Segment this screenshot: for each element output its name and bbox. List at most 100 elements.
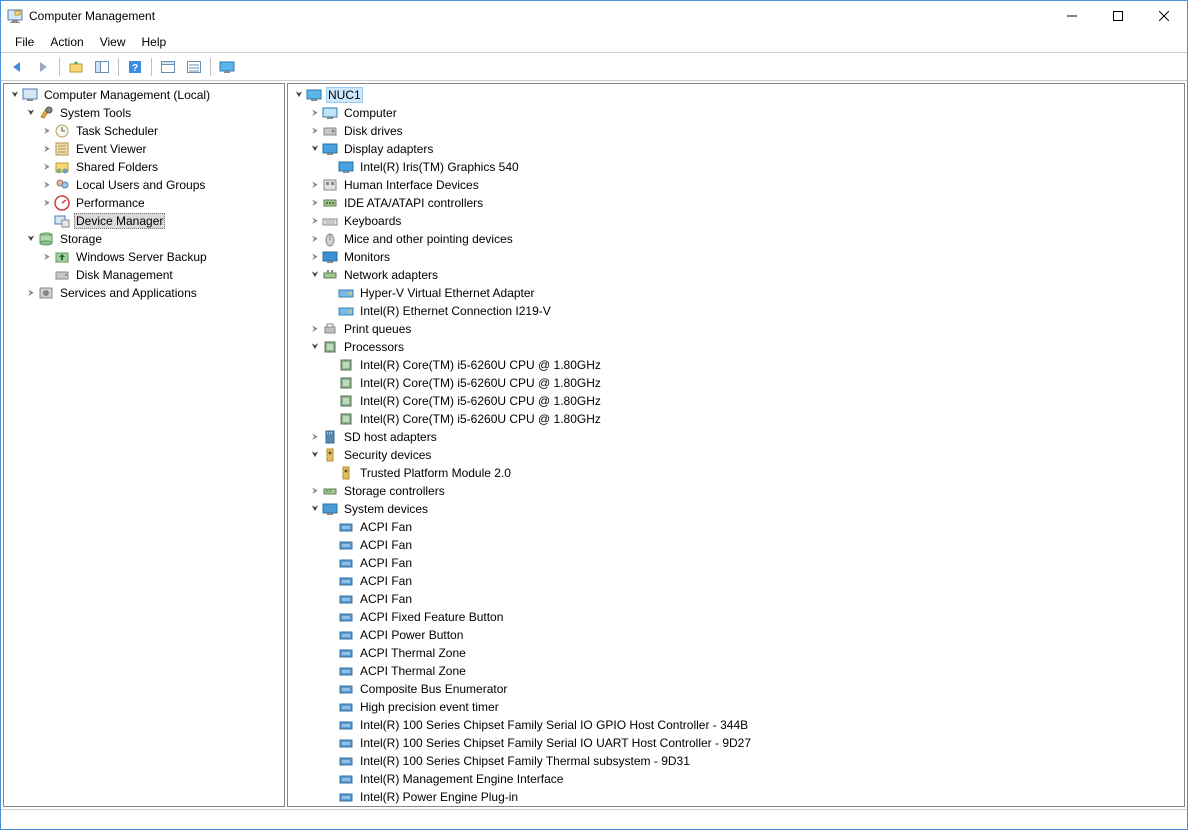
tree-item-processor-child[interactable]: Intel(R) Core(TM) i5-6260U CPU @ 1.80GHz xyxy=(288,356,1184,374)
tree-item-system-device-child[interactable]: Composite Bus Enumerator xyxy=(288,680,1184,698)
tree-item-mice[interactable]: Mice and other pointing devices xyxy=(288,230,1184,248)
tree-item-system-tools[interactable]: System Tools xyxy=(4,104,284,122)
expander-icon[interactable] xyxy=(24,286,38,300)
tree-item-device-manager[interactable]: Device Manager xyxy=(4,212,284,230)
keyboard-icon xyxy=(322,213,338,229)
tree-item-system-device-child[interactable]: ACPI Power Button xyxy=(288,626,1184,644)
tree-item-system-device-child[interactable]: Intel(R) 100 Series Chipset Family Therm… xyxy=(288,752,1184,770)
tree-item-storage-controllers[interactable]: Storage controllers xyxy=(288,482,1184,500)
expander-icon[interactable] xyxy=(40,124,54,138)
tree-item-sd-host[interactable]: SD host adapters xyxy=(288,428,1184,446)
tree-item-system-device-child[interactable]: Intel(R) Power Engine Plug-in xyxy=(288,788,1184,806)
expander-icon[interactable] xyxy=(308,430,322,444)
tree-item-system-device-child[interactable]: ACPI Fan xyxy=(288,554,1184,572)
menu-action[interactable]: Action xyxy=(42,33,91,51)
tree-item-system-device-child[interactable]: ACPI Fan xyxy=(288,590,1184,608)
tree-item-display-adapters[interactable]: Display adapters xyxy=(288,140,1184,158)
tree-item-disk-mgmt[interactable]: Disk Management xyxy=(4,266,284,284)
tree-item-root[interactable]: Computer Management (Local) xyxy=(4,86,284,104)
tree-item-hid[interactable]: Human Interface Devices xyxy=(288,176,1184,194)
tree-item-event-viewer[interactable]: Event Viewer xyxy=(4,140,284,158)
tree-label: Intel(R) Iris(TM) Graphics 540 xyxy=(358,160,521,174)
expander-icon[interactable] xyxy=(8,88,22,102)
tree-item-network-child[interactable]: Intel(R) Ethernet Connection I219-V xyxy=(288,302,1184,320)
tree-item-monitors[interactable]: Monitors xyxy=(288,248,1184,266)
menu-help[interactable]: Help xyxy=(134,33,175,51)
tree-item-system-device-child[interactable]: ACPI Fan xyxy=(288,518,1184,536)
expander-icon[interactable] xyxy=(24,232,38,246)
left-tree-pane[interactable]: Computer Management (Local) System Tools… xyxy=(3,83,285,807)
back-button[interactable] xyxy=(5,56,29,78)
expander-icon[interactable] xyxy=(308,448,322,462)
expander-icon[interactable] xyxy=(308,484,322,498)
tree-item-processor-child[interactable]: Intel(R) Core(TM) i5-6260U CPU @ 1.80GHz xyxy=(288,410,1184,428)
expander-icon[interactable] xyxy=(308,106,322,120)
tree-item-security-child[interactable]: Trusted Platform Module 2.0 xyxy=(288,464,1184,482)
monitor-button[interactable] xyxy=(215,56,239,78)
tree-item-local-users[interactable]: Local Users and Groups xyxy=(4,176,284,194)
refresh-button[interactable] xyxy=(156,56,180,78)
show-hide-tree-button[interactable] xyxy=(90,56,114,78)
close-button[interactable] xyxy=(1141,1,1187,31)
tree-item-root-device[interactable]: NUC1 xyxy=(288,86,1184,104)
tree-item-network[interactable]: Network adapters xyxy=(288,266,1184,284)
expander-icon[interactable] xyxy=(308,178,322,192)
tree-item-storage[interactable]: Storage xyxy=(4,230,284,248)
minimize-button[interactable] xyxy=(1049,1,1095,31)
expander-icon[interactable] xyxy=(308,322,322,336)
menu-file[interactable]: File xyxy=(7,33,42,51)
expander-icon[interactable] xyxy=(308,124,322,138)
tree-item-system-device-child[interactable]: Intel(R) 100 Series Chipset Family Seria… xyxy=(288,734,1184,752)
tree-label: Performance xyxy=(74,196,147,210)
tree-item-system-device-child[interactable]: High precision event timer xyxy=(288,698,1184,716)
tree-item-keyboards[interactable]: Keyboards xyxy=(288,212,1184,230)
tree-item-system-device-child[interactable]: Intel(R) 100 Series Chipset Family Seria… xyxy=(288,716,1184,734)
expander-icon[interactable] xyxy=(308,502,322,516)
tree-item-network-child[interactable]: Hyper-V Virtual Ethernet Adapter xyxy=(288,284,1184,302)
tree-item-system-devices[interactable]: System devices xyxy=(288,500,1184,518)
expander-icon[interactable] xyxy=(308,250,322,264)
expander-icon[interactable] xyxy=(308,232,322,246)
forward-button[interactable] xyxy=(31,56,55,78)
tree-item-services[interactable]: Services and Applications xyxy=(4,284,284,302)
tree-item-print-queues[interactable]: Print queues xyxy=(288,320,1184,338)
tree-item-system-device-child[interactable]: ACPI Fan xyxy=(288,572,1184,590)
tree-item-display-adapter-child[interactable]: Intel(R) Iris(TM) Graphics 540 xyxy=(288,158,1184,176)
expander-icon[interactable] xyxy=(40,142,54,156)
maximize-button[interactable] xyxy=(1095,1,1141,31)
right-tree-pane[interactable]: NUC1ComputerDisk drivesDisplay adapters I… xyxy=(287,83,1185,807)
expander-icon[interactable] xyxy=(40,196,54,210)
tree-item-processor-child[interactable]: Intel(R) Core(TM) i5-6260U CPU @ 1.80GHz xyxy=(288,374,1184,392)
tree-item-processors[interactable]: Processors xyxy=(288,338,1184,356)
expander-icon[interactable] xyxy=(24,106,38,120)
tree-item-system-device-child[interactable]: Intel(R) Management Engine Interface xyxy=(288,770,1184,788)
tree-item-system-device-child[interactable]: ACPI Fan xyxy=(288,536,1184,554)
tree-item-ws-backup[interactable]: Windows Server Backup xyxy=(4,248,284,266)
properties-button[interactable] xyxy=(182,56,206,78)
expander-icon[interactable] xyxy=(308,142,322,156)
tree-item-processor-child[interactable]: Intel(R) Core(TM) i5-6260U CPU @ 1.80GHz xyxy=(288,392,1184,410)
tree-item-task-scheduler[interactable]: Task Scheduler xyxy=(4,122,284,140)
expander-icon[interactable] xyxy=(292,88,306,102)
up-button[interactable] xyxy=(64,56,88,78)
expander-icon[interactable] xyxy=(308,214,322,228)
tree-label: Hyper-V Virtual Ethernet Adapter xyxy=(358,286,537,300)
expander-icon[interactable] xyxy=(40,178,54,192)
expander-icon[interactable] xyxy=(308,268,322,282)
tree-item-system-device-child[interactable]: ACPI Thermal Zone xyxy=(288,662,1184,680)
tree-item-system-device-child[interactable]: ACPI Fixed Feature Button xyxy=(288,608,1184,626)
expander-icon[interactable] xyxy=(308,196,322,210)
expander-icon[interactable] xyxy=(40,160,54,174)
tree-item-system-device-child[interactable]: ACPI Thermal Zone xyxy=(288,644,1184,662)
tree-item-performance[interactable]: Performance xyxy=(4,194,284,212)
tree-item-computer[interactable]: Computer xyxy=(288,104,1184,122)
expander-icon[interactable] xyxy=(308,340,322,354)
tree-item-shared-folders[interactable]: Shared Folders xyxy=(4,158,284,176)
help-button[interactable]: ? xyxy=(123,56,147,78)
tree-label: Composite Bus Enumerator xyxy=(358,682,509,696)
expander-icon[interactable] xyxy=(40,250,54,264)
tree-item-disk-drives[interactable]: Disk drives xyxy=(288,122,1184,140)
tree-item-ide[interactable]: IDE ATA/ATAPI controllers xyxy=(288,194,1184,212)
menu-view[interactable]: View xyxy=(92,33,134,51)
tree-item-security[interactable]: Security devices xyxy=(288,446,1184,464)
